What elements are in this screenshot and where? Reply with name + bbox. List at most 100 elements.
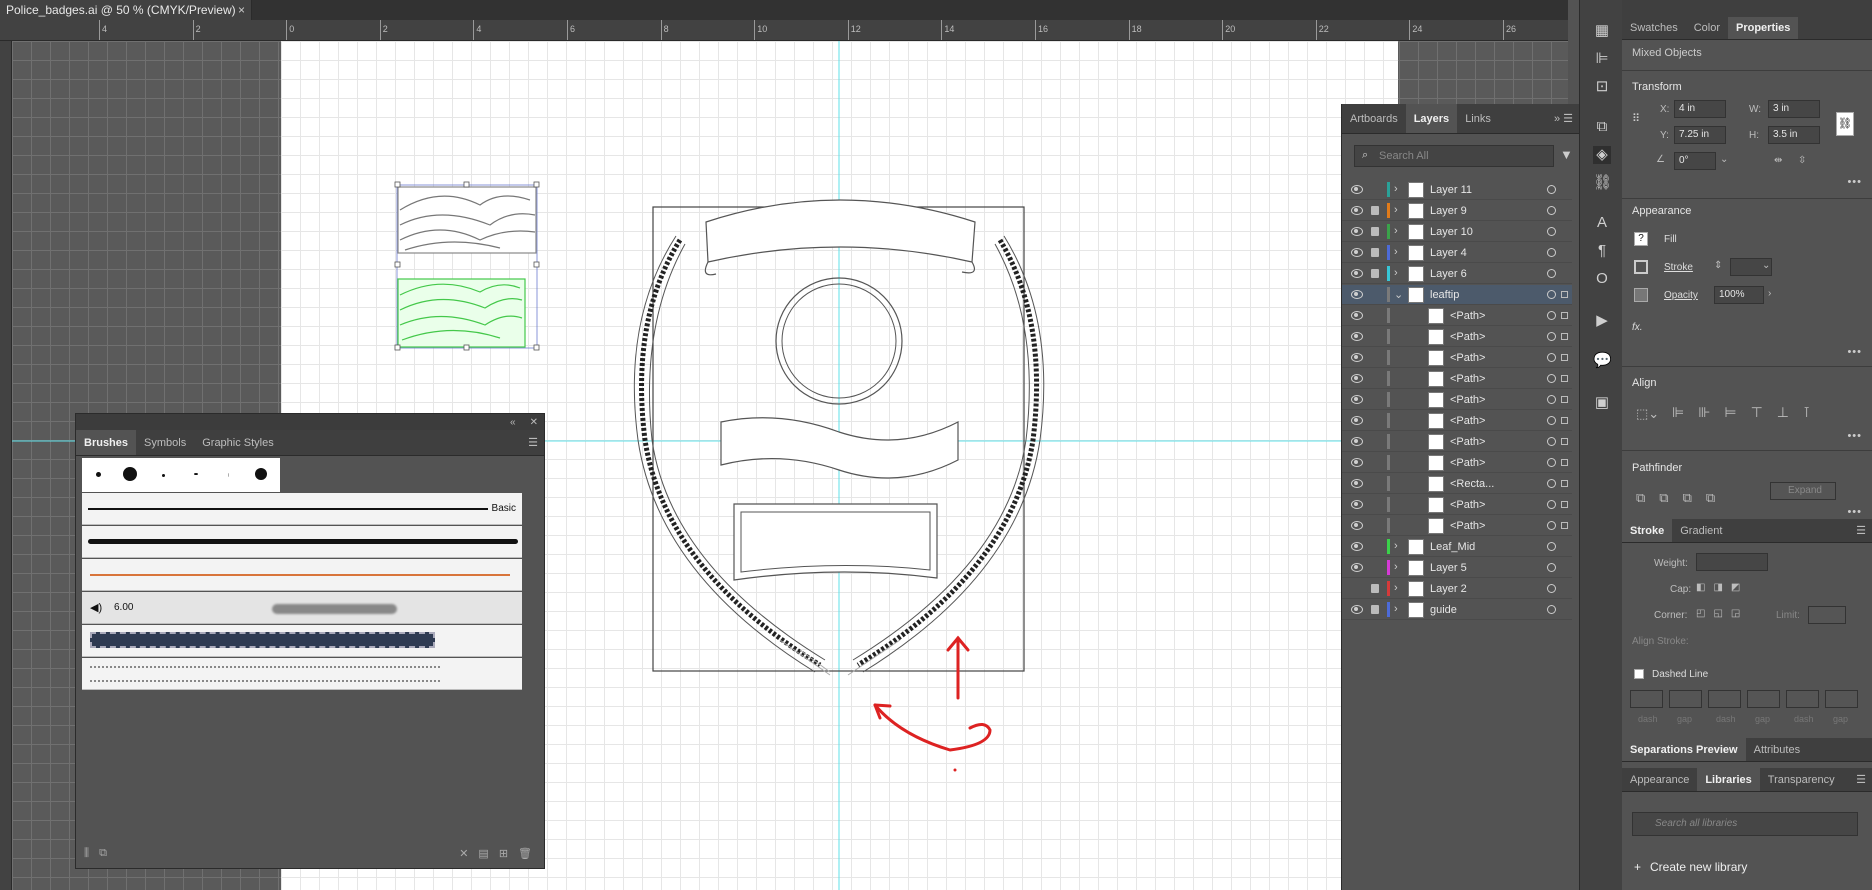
visibility-eye-icon[interactable] [1351,542,1363,551]
remove-stroke-icon[interactable]: ✕ [459,847,468,860]
dashed-line-checkbox[interactable] [1634,669,1644,679]
target-circle-icon[interactable] [1547,332,1556,341]
corner-buttons-icon[interactable]: ◰◱◲ [1696,608,1748,619]
tab-artboards[interactable]: Artboards [1342,104,1406,133]
vertical-ruler[interactable] [0,41,12,890]
chevron-right-icon[interactable]: › [1394,204,1398,216]
opacity-field[interactable]: 100% [1714,286,1764,304]
brush-dot-3[interactable] [162,474,165,477]
tab-libraries[interactable]: Libraries [1697,768,1760,791]
selection-square-icon[interactable] [1561,333,1568,340]
visibility-eye-icon[interactable] [1351,374,1363,383]
lock-icon[interactable] [1371,227,1379,236]
more-options-icon[interactable]: ••• [1847,430,1862,442]
close-panel-icon[interactable]: ✕ [530,417,538,428]
panel-menu-icon[interactable]: ☰ [1850,768,1872,791]
brush-size[interactable]: ◀) 6.00 [82,592,522,624]
visibility-eye-icon[interactable] [1351,227,1363,236]
chevron-right-icon[interactable]: › [1394,246,1398,258]
target-circle-icon[interactable] [1547,542,1556,551]
layer-row[interactable]: › Layer 2 [1342,579,1572,599]
tab-stroke[interactable]: Stroke [1622,519,1673,542]
lock-icon[interactable] [1371,269,1379,278]
stroke-dropdown-icon[interactable]: ⌄ [1762,260,1770,271]
tab-properties[interactable]: Properties [1728,17,1799,39]
layer-path-row[interactable]: <Recta... [1342,474,1572,494]
panel-menu-icon[interactable]: ☰ [1850,519,1872,542]
tab-brushes[interactable]: Brushes [76,430,137,455]
layer-path-row[interactable]: <Path> [1342,306,1572,326]
flip-horizontal-icon[interactable]: ⇹ [1774,155,1782,166]
visibility-eye-icon[interactable] [1351,458,1363,467]
layer-path-row[interactable]: <Path> [1342,432,1572,452]
actions-icon[interactable]: ▶ [1593,312,1611,330]
layer-path-row[interactable]: <Path> [1342,453,1572,473]
target-circle-icon[interactable] [1547,458,1556,467]
brush-laurel[interactable] [82,658,522,690]
opentype-icon[interactable]: O [1593,270,1611,288]
target-circle-icon[interactable] [1547,353,1556,362]
chevron-right-icon[interactable]: › [1394,582,1398,594]
target-circle-icon[interactable] [1547,605,1556,614]
w-field[interactable]: 3 in [1768,100,1820,118]
x-field[interactable]: 4 in [1674,100,1726,118]
chevron-right-icon[interactable]: › [1394,603,1398,615]
brush-dot-6[interactable] [255,468,267,480]
selection-square-icon[interactable] [1561,480,1568,487]
libraries-search-input[interactable]: Search all libraries [1632,812,1858,836]
dash-gap-field[interactable] [1747,690,1780,708]
reference-point-icon[interactable]: ⠿ [1632,112,1646,126]
layer-row[interactable]: › Leaf_Mid [1342,537,1572,557]
visibility-eye-icon[interactable] [1351,563,1363,572]
pathfinder-buttons-icon[interactable]: ⧉⧉⧉⧉ [1636,490,1729,506]
dash-gap-field[interactable] [1708,690,1741,708]
layers-search-input[interactable]: Search All [1354,145,1554,167]
stroke-stepper-icon[interactable]: ⇕ [1714,260,1722,271]
target-circle-icon[interactable] [1547,185,1556,194]
visibility-eye-icon[interactable] [1351,206,1363,215]
target-circle-icon[interactable] [1547,290,1556,299]
target-circle-icon[interactable] [1547,437,1556,446]
brush-basic[interactable]: Basic [82,493,522,525]
tab-transparency[interactable]: Transparency [1760,768,1843,791]
more-options-icon[interactable]: ••• [1847,176,1862,188]
layer-row[interactable]: › Layer 10 [1342,222,1572,242]
selection-square-icon[interactable] [1561,501,1568,508]
target-circle-icon[interactable] [1547,311,1556,320]
lock-icon[interactable] [1371,584,1379,593]
brush-options-icon[interactable]: ▤ [478,847,488,860]
visibility-eye-icon[interactable] [1351,500,1363,509]
layer-path-row[interactable]: <Path> [1342,369,1572,389]
selection-square-icon[interactable] [1561,459,1568,466]
character-icon[interactable]: A [1593,214,1611,232]
create-library-plus-icon[interactable]: + [1634,860,1641,874]
weight-field[interactable] [1696,553,1768,571]
flip-vertical-icon[interactable]: ⇳ [1798,155,1806,166]
brush-dot-2[interactable] [123,467,137,481]
visibility-eye-icon[interactable] [1351,479,1363,488]
layers-panel[interactable]: Artboards Layers Links » ☰ Search All ⌕ … [1341,104,1579,890]
target-circle-icon[interactable] [1547,584,1556,593]
document-tab[interactable]: Police_badges.ai @ 50 % (CMYK/Preview) × [0,0,252,20]
filter-icon[interactable]: ▼ [1560,147,1573,162]
target-circle-icon[interactable] [1547,248,1556,257]
selection-square-icon[interactable] [1561,396,1568,403]
collapse-icon[interactable]: « [510,417,516,428]
lock-icon[interactable] [1371,248,1379,257]
tab-attributes[interactable]: Attributes [1746,738,1808,761]
align-to-icon[interactable]: ⬚⌄ [1636,406,1659,422]
fill-swatch[interactable]: ? [1634,232,1648,246]
panel-menu-icon[interactable]: ☰ [522,430,544,455]
tab-gradient[interactable]: Gradient [1672,519,1730,542]
fx-icon[interactable]: fx. [1632,322,1643,333]
expand-button[interactable]: Expand [1770,482,1836,500]
visibility-eye-icon[interactable] [1351,437,1363,446]
brush-charcoal[interactable] [82,526,522,558]
close-tab-icon[interactable]: × [238,3,245,17]
selection-square-icon[interactable] [1561,522,1568,529]
brush-arrow[interactable] [82,559,522,591]
brush-libraries-icon[interactable]: ⫼ [84,847,89,860]
brush-dot-5[interactable] [228,473,229,477]
tab-swatches[interactable]: Swatches [1622,17,1686,39]
comments-icon[interactable]: 💬 [1593,352,1612,370]
